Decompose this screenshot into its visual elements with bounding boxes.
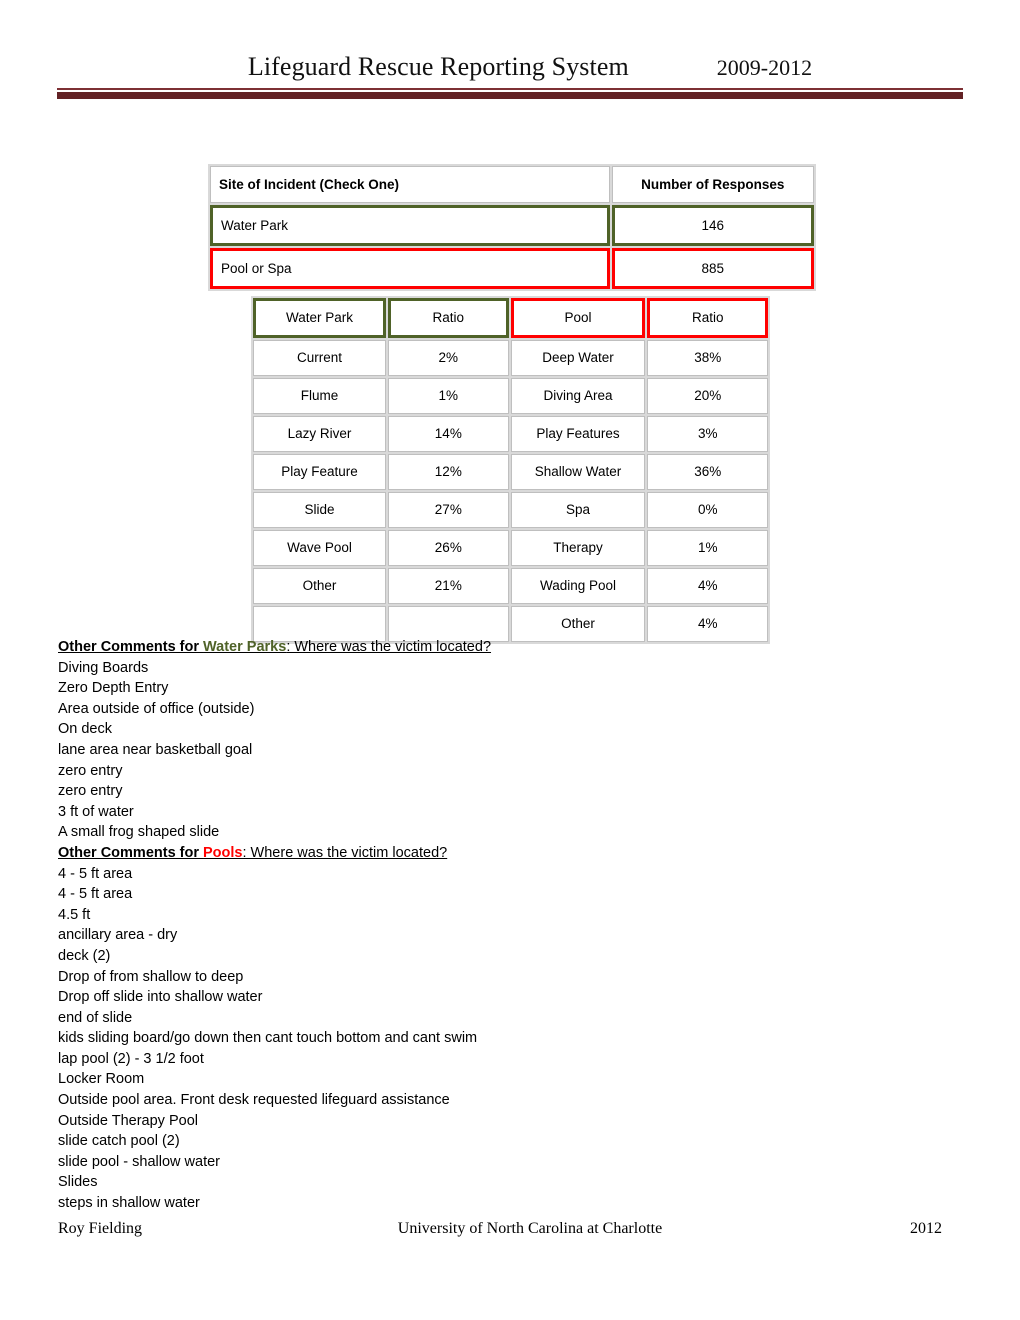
waterpark-ratio: 21% <box>388 568 509 604</box>
list-item: end of slide <box>58 1009 133 1026</box>
list-item: A small frog shaped slide <box>58 824 220 841</box>
table-row: Lazy River 14% Play Features 3% <box>253 416 768 452</box>
waterpark-ratio: 1% <box>388 378 509 414</box>
pool-location: Play Features <box>510 416 646 452</box>
list-item: Outside pool area. Front desk requested … <box>58 1092 450 1109</box>
waterpark-location: Current <box>253 340 387 376</box>
list-item: 4.5 ft <box>58 906 91 923</box>
pool-ratio: 4% <box>647 568 768 604</box>
pool-location: Wading Pool <box>510 568 646 604</box>
waterpark-location: Lazy River <box>253 416 387 452</box>
list-item: slide catch pool (2) <box>58 1133 180 1150</box>
site-label-water-park: Water Park <box>210 205 610 246</box>
column-header-responses: Number of Responses <box>611 166 814 203</box>
footer-organization: University of North Carolina at Charlott… <box>397 1220 663 1237</box>
heading-suffix: : Where was the victim located? <box>286 639 492 655</box>
heading-keyword-pools: Pools <box>203 844 243 861</box>
list-item: 4 - 5 ft area <box>58 886 133 903</box>
list-item: Slides <box>58 1174 98 1191</box>
waterpark-location: Play Feature <box>253 454 387 490</box>
pool-ratio: 36% <box>647 454 768 490</box>
header-title-row: Lifeguard Rescue Reporting System 2009-2… <box>57 52 963 82</box>
pool-ratio: 3% <box>647 416 768 452</box>
list-item: 3 ft of water <box>58 803 134 820</box>
pool-ratio: 20% <box>647 378 768 414</box>
column-header-pool: Pool <box>510 298 646 338</box>
table-row: Current 2% Deep Water 38% <box>253 340 768 376</box>
column-header-pool-ratio: Ratio <box>647 298 768 338</box>
table-row: Water Park 146 <box>210 205 814 246</box>
list-item: On deck <box>58 721 112 738</box>
other-comments-section: Other Comments for Water Parks: Where wa… <box>58 637 818 1214</box>
waterpark-comments-heading: Other Comments for Water Parks: Where wa… <box>58 637 818 658</box>
table-row: Play Feature 12% Shallow Water 36% <box>253 454 768 490</box>
pool-ratio: 1% <box>647 530 768 566</box>
list-item: Locker Room <box>58 1071 145 1088</box>
table-header-row: Site of Incident (Check One) Number of R… <box>210 166 814 203</box>
pool-location: Shallow Water <box>510 454 646 490</box>
waterpark-ratio: 2% <box>388 340 509 376</box>
pool-location: Deep Water <box>510 340 646 376</box>
pool-ratio: 38% <box>647 340 768 376</box>
list-item: zero entry <box>58 762 123 779</box>
location-ratio-table: Water Park Ratio Pool Ratio Current 2% D… <box>251 296 770 644</box>
table-row: Wave Pool 26% Therapy 1% <box>253 530 768 566</box>
pool-location: Diving Area <box>510 378 646 414</box>
header-divider <box>57 88 963 99</box>
document-header: Lifeguard Rescue Reporting System 2009-2… <box>57 52 963 99</box>
table-row: Pool or Spa 885 <box>210 248 814 289</box>
page-title: Lifeguard Rescue Reporting System <box>247 52 629 81</box>
site-of-incident-table: Site of Incident (Check One) Number of R… <box>208 164 816 291</box>
list-item: Area outside of office (outside) <box>58 700 255 717</box>
list-item: Outside Therapy Pool <box>58 1112 198 1129</box>
list-item: lap pool (2) - 3 1/2 foot <box>58 1050 204 1067</box>
heading-keyword-water-parks: Water Parks <box>203 639 287 655</box>
responses-water-park: 146 <box>611 205 814 246</box>
site-label-pool-or-spa: Pool or Spa <box>210 248 610 289</box>
list-item: ancillary area - dry <box>58 927 178 944</box>
list-item: 4 - 5 ft area <box>58 865 133 882</box>
waterpark-ratio: 26% <box>388 530 509 566</box>
header-year-range: 2009-2012 <box>716 55 813 80</box>
list-item: lane area near basketball goal <box>58 741 253 758</box>
heading-prefix: Other Comments for <box>58 844 204 861</box>
footer-author: Roy Fielding <box>58 1220 143 1237</box>
list-item: steps in shallow water <box>58 1195 200 1212</box>
list-item: Zero Depth Entry <box>58 680 169 697</box>
document-footer: Roy Fielding University of North Carolin… <box>58 1220 964 1238</box>
table-row: Other 21% Wading Pool 4% <box>253 568 768 604</box>
waterpark-ratio: 27% <box>388 492 509 528</box>
header-divider-thick-bar <box>57 92 963 99</box>
table-row: Slide 27% Spa 0% <box>253 492 768 528</box>
waterpark-location: Slide <box>253 492 387 528</box>
responses-pool-or-spa: 885 <box>611 248 814 289</box>
waterpark-location: Other <box>253 568 387 604</box>
list-item: slide pool - shallow water <box>58 1153 220 1170</box>
list-item: Drop of from shallow to deep <box>58 968 244 985</box>
waterpark-ratio: 12% <box>388 454 509 490</box>
list-item: Diving Boards <box>58 659 149 676</box>
footer-year: 2012 <box>910 1220 942 1237</box>
column-header-water-park: Water Park <box>253 298 387 338</box>
list-item: zero entry <box>58 783 123 800</box>
pool-ratio: 0% <box>647 492 768 528</box>
list-item: Drop off slide into shallow water <box>58 989 263 1006</box>
column-header-wp-ratio: Ratio <box>388 298 509 338</box>
pool-location: Spa <box>510 492 646 528</box>
heading-prefix: Other Comments for <box>58 639 204 655</box>
waterpark-ratio: 14% <box>388 416 509 452</box>
waterpark-location: Wave Pool <box>253 530 387 566</box>
list-item: kids sliding board/go down then cant tou… <box>58 1030 478 1047</box>
heading-suffix: : Where was the victim located? <box>242 844 448 861</box>
list-item: deck (2) <box>58 947 111 964</box>
pool-location: Therapy <box>510 530 646 566</box>
waterpark-location: Flume <box>253 378 387 414</box>
table-row: Flume 1% Diving Area 20% <box>253 378 768 414</box>
column-header-site: Site of Incident (Check One) <box>210 166 610 203</box>
table-header-row: Water Park Ratio Pool Ratio <box>253 298 768 338</box>
pool-comments-heading: Other Comments for Pools: Where was the … <box>58 843 818 864</box>
